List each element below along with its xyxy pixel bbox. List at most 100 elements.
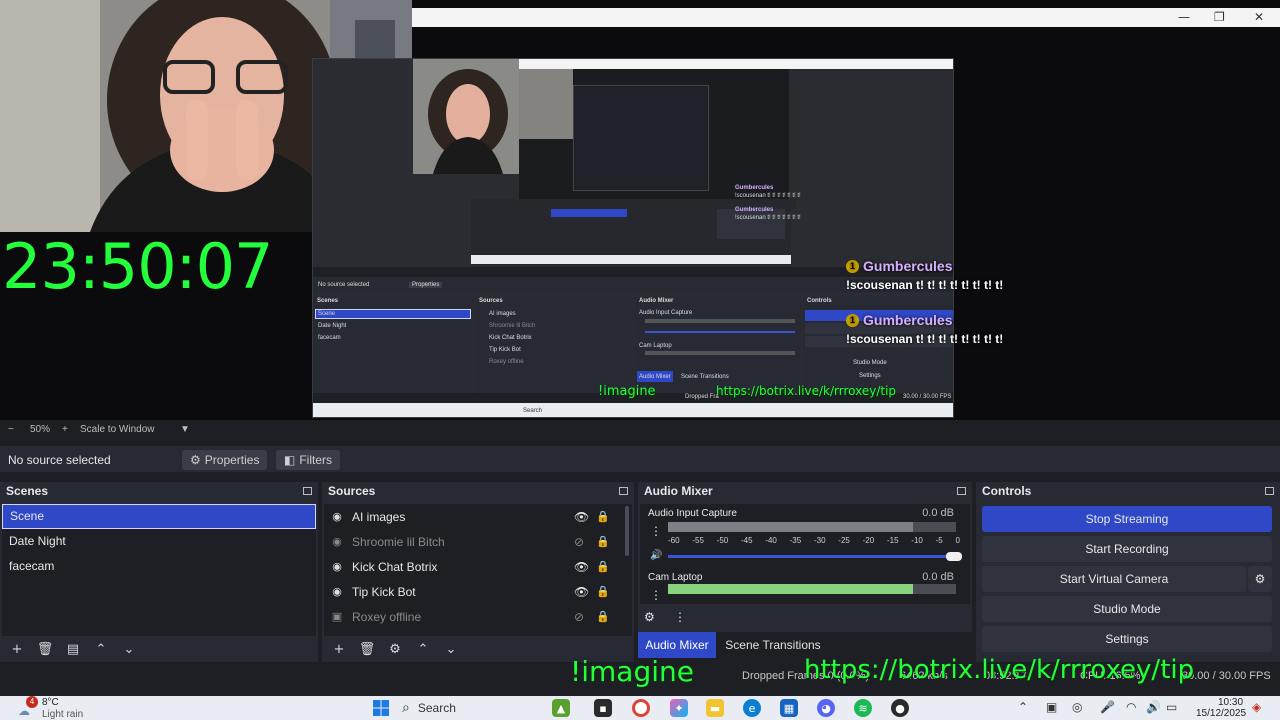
nested-scenes-dock: Scenes Scene Date Night facecam [313, 297, 473, 393]
source-item[interactable]: ◉ Kick Chat Botrix 👁 🔒 [324, 554, 632, 579]
channel-menu-icon[interactable]: ⋮ [650, 524, 662, 538]
chrome-icon[interactable] [632, 699, 650, 717]
terminal-icon[interactable]: ▪ [594, 699, 612, 717]
filters-button[interactable]: ◧ Filters [276, 450, 341, 470]
undock-icon[interactable] [1265, 487, 1274, 495]
scenes-dock: Scenes Scene Date Night facecam + 🗑 ▤ ⌃ … [0, 482, 318, 662]
scene-item-scene[interactable]: Scene [2, 504, 316, 529]
file-explorer-icon[interactable]: ▬ [706, 699, 724, 717]
mixer-menu-icon[interactable]: ⋮ [674, 610, 686, 624]
minimize-icon[interactable]: — [1178, 10, 1190, 24]
weather-widget[interactable]: ☁ 4 [18, 696, 38, 718]
zoom-out-button[interactable]: − [8, 424, 14, 435]
start-recording-button[interactable]: Start Recording [982, 536, 1272, 562]
advanced-audio-icon[interactable]: ⚙ [644, 610, 655, 624]
remove-scene-icon[interactable]: 🗑 [34, 642, 56, 657]
tray-app-icon[interactable]: ▣ [1046, 700, 1057, 714]
nested-mixer-dock: Audio Mixer Audio Input Capture Cam Lapt… [635, 297, 801, 393]
mute-icon[interactable]: 🔊 [650, 550, 662, 561]
channel-db: 0.0 dB [922, 571, 954, 583]
scene-item-facecam[interactable]: facecam [2, 554, 316, 579]
imagine-overlay-small: !imagine [598, 384, 656, 399]
move-up-icon[interactable]: ⌃ [412, 642, 434, 657]
lock-icon[interactable]: 🔒 [596, 585, 610, 598]
source-settings-icon[interactable]: ⚙ [384, 642, 406, 657]
lock-icon[interactable]: 🔒 [596, 610, 610, 623]
undock-icon[interactable] [619, 487, 628, 495]
volume-icon[interactable]: 🔊 [1146, 700, 1161, 714]
scenes-toolbar: + 🗑 ▤ ⌃ ⌄ [0, 636, 318, 662]
undock-icon[interactable] [303, 487, 312, 495]
close-icon[interactable]: ✕ [1254, 10, 1264, 24]
notification-icon[interactable]: ◈ [1252, 700, 1261, 714]
volume-slider[interactable] [668, 552, 962, 561]
sources-title: Sources [328, 484, 376, 498]
lock-icon[interactable]: 🔒 [596, 535, 610, 548]
eye-icon[interactable]: 👁 [574, 585, 589, 599]
meter-ticks: -60 -55 -50 -45 -40 -35 -30 -25 -20 -15 -10 -5 0 [668, 536, 960, 545]
channel-menu-icon[interactable]: ⋮ [650, 588, 662, 602]
move-down-icon[interactable]: ⌄ [440, 642, 462, 657]
tray-overflow-icon[interactable]: ⌃ [1018, 700, 1028, 714]
stream-preview: — ❐ ✕ 23:50:07 No source selected Proper… [0, 0, 1280, 420]
nested-titlebar [519, 59, 953, 69]
nested-obs-capture: No source selected Properties Scenes Sce… [312, 58, 954, 418]
source-item[interactable]: ▣ Roxey offline ⊘ 🔒 [324, 604, 632, 629]
move-down-icon[interactable]: ⌄ [118, 642, 140, 657]
sources-scrollbar[interactable] [625, 506, 629, 556]
move-up-icon[interactable]: ⌃ [90, 642, 112, 657]
undock-icon[interactable] [957, 487, 966, 495]
taskbar-search[interactable]: ⌕ Search [402, 698, 532, 718]
eye-icon[interactable]: 👁 [574, 560, 589, 574]
preview-zoom-bar: − 50% + Scale to Window ▼ [0, 420, 1280, 440]
image-source-icon: ◉ [332, 509, 342, 523]
scenes-title: Scenes [6, 484, 49, 498]
source-item[interactable]: ◉ AI images 👁 🔒 [324, 504, 632, 529]
battery-icon[interactable]: ▭ [1166, 700, 1177, 714]
scenes-list: Scene Date Night facecam [2, 504, 316, 636]
eye-icon[interactable]: 👁 [574, 510, 589, 524]
add-scene-icon[interactable]: + [6, 642, 28, 657]
obs-icon[interactable]: ● [891, 699, 909, 717]
properties-button[interactable]: ⚙ Properties [182, 450, 268, 470]
start-virtual-camera-button[interactable]: Start Virtual Camera [982, 566, 1246, 592]
wifi-icon[interactable]: ◠ [1126, 700, 1136, 714]
spotify-icon[interactable]: ≋ [854, 699, 872, 717]
start-icon[interactable] [372, 699, 390, 717]
copilot-icon[interactable]: ✦ [670, 699, 688, 717]
discord-icon[interactable]: ◕ [817, 699, 835, 717]
eye-hidden-icon[interactable]: ⊘ [574, 610, 584, 624]
add-source-icon[interactable]: + [328, 642, 350, 657]
app-icon[interactable]: ▲ [552, 699, 570, 717]
eye-hidden-icon[interactable]: ⊘ [574, 535, 584, 549]
tray-app-icon[interactable]: ◎ [1072, 700, 1082, 714]
studio-mode-button[interactable]: Studio Mode [982, 596, 1272, 622]
source-item[interactable]: ◉ Shroomie lil Bitch ⊘ 🔒 [324, 529, 632, 554]
maximize-icon[interactable]: ❐ [1214, 10, 1225, 24]
store-icon[interactable]: ▦ [780, 699, 798, 717]
taskbar-date[interactable]: 15/12/2025 [1196, 708, 1246, 719]
chat-badge-icon: 1 [846, 313, 859, 327]
edge-icon[interactable]: e [743, 699, 761, 717]
source-item[interactable]: ◉ Tip Kick Bot 👁 🔒 [324, 579, 632, 604]
scale-mode-dropdown-icon[interactable]: ▼ [180, 424, 190, 435]
virtual-camera-settings-icon[interactable]: ⚙ [1248, 566, 1272, 592]
scene-filters-icon[interactable]: ▤ [62, 642, 84, 657]
chat-username: Gumbercules [863, 258, 953, 274]
remove-source-icon[interactable]: 🗑 [356, 642, 378, 657]
meter-fill [668, 584, 913, 594]
scene-item-date-night[interactable]: Date Night [2, 529, 316, 554]
chat-username: Gumbercules [863, 312, 953, 328]
lock-icon[interactable]: 🔒 [596, 510, 610, 523]
stop-streaming-button[interactable]: Stop Streaming [982, 506, 1272, 532]
microphone-icon[interactable]: 🎤 [1100, 700, 1115, 714]
chat-text: !scousenan t! t! t! t! t! t! t! t! [846, 278, 1004, 292]
zoom-in-button[interactable]: + [62, 424, 68, 435]
scale-mode-label[interactable]: Scale to Window [80, 424, 154, 435]
settings-button[interactable]: Settings [982, 626, 1272, 652]
volume-slider-handle[interactable] [946, 552, 962, 561]
overlay-clock: 23:50:07 [2, 230, 273, 303]
lock-icon[interactable]: 🔒 [596, 560, 610, 573]
taskbar-time[interactable]: 10:30 [1218, 697, 1243, 708]
controls-title: Controls [982, 484, 1032, 498]
